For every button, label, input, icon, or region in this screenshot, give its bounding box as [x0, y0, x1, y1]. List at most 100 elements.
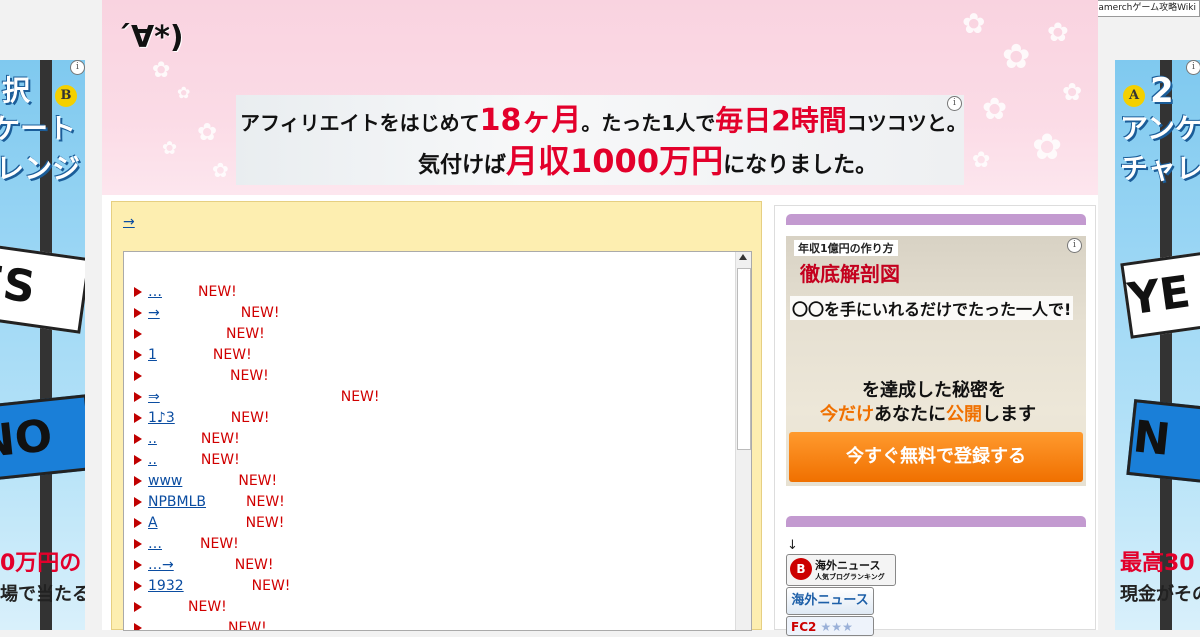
article-link[interactable] [148, 368, 224, 384]
sidebar-section-header [786, 516, 1086, 527]
article-link[interactable]: … [148, 284, 192, 300]
sakura-flower-icon: ✿ [197, 118, 218, 146]
bullet-triangle-icon [134, 560, 142, 570]
ad-headline: アンケ [1120, 112, 1200, 145]
ranking-title: 海外ニュース [815, 559, 881, 572]
list-item: → NEW! [134, 303, 380, 324]
article-link[interactable]: ⇒ [148, 389, 335, 405]
ad-info-icon[interactable]: i [1067, 238, 1082, 253]
list-item: … NEW! [134, 282, 380, 303]
header-banner-ad[interactable]: アフィリエイトをはじめて18ヶ月。たった1人で毎日2時間コツコツと。 気付けば月… [236, 95, 964, 185]
bullet-triangle-icon [134, 497, 142, 507]
banner-text: になりました。 [723, 153, 878, 178]
new-badge: NEW! [340, 389, 380, 405]
rating-stars-icon: ★★★ [820, 620, 853, 634]
new-badge: NEW! [230, 410, 270, 426]
right-side-ad[interactable]: A 2 アンケ チャレ YE N 最高30 現金がその場 [1115, 60, 1200, 630]
article-link[interactable]: www [148, 473, 232, 489]
list-item: …→ NEW! [134, 555, 380, 576]
new-badge: NEW! [240, 305, 280, 321]
article-link[interactable]: 1932 [148, 578, 246, 594]
bullet-triangle-icon [134, 371, 142, 381]
new-badge: NEW! [212, 347, 252, 363]
ad-no-sign: N [1126, 399, 1200, 487]
fc2-ranking-banner[interactable]: FC2 ★★★ [786, 616, 874, 636]
main-column: → … NEW! → NEW! NEW! 1 NEW! NEW! ⇒ NEW! 1♪3 N… [111, 201, 762, 631]
top-article-link[interactable]: → [123, 214, 380, 230]
article-link[interactable]: 1♪3 [148, 410, 225, 426]
new-badge: NEW! [198, 284, 237, 300]
ad-no-sign: NO [0, 394, 85, 482]
sidebar-banner-ad[interactable]: 年収1億円の作り方 徹底解剖図 〇〇を手にいれるだけでたった一人で! を達成した… [786, 236, 1086, 486]
sakura-flower-icon: ✿ [982, 92, 1008, 127]
sakura-flower-icon: ✿ [152, 58, 171, 83]
ad-footer-text: 最高30 [1120, 551, 1195, 576]
article-link[interactable]: → [148, 305, 235, 321]
bullet-triangle-icon [134, 602, 142, 612]
article-link[interactable]: … [148, 620, 222, 630]
bullet-triangle-icon [134, 308, 142, 318]
sakura-flower-icon: ✿ [1002, 37, 1031, 77]
scroll-thumb[interactable] [737, 268, 751, 450]
ranking-subtitle: 人気ブログランキング [815, 573, 885, 581]
new-badge: NEW! [226, 326, 265, 342]
arrow-down-text: ↓ [787, 538, 798, 553]
sakura-flower-icon: ✿ [212, 158, 229, 182]
ad-info-icon[interactable]: i [70, 60, 85, 75]
scroll-up-arrow-icon[interactable] [739, 254, 747, 260]
article-link[interactable]: NPBMLB [148, 494, 240, 510]
banner-text: 。たった1人で [581, 111, 716, 135]
list-item: A NEW! [134, 513, 380, 534]
bullet-triangle-icon [134, 455, 142, 465]
new-badge: NEW! [188, 599, 227, 615]
article-link[interactable] [148, 326, 220, 342]
left-side-ad[interactable]: 択 B ケート レンジ ES NO 0万円の 場で当たる! [0, 60, 85, 630]
sakura-flower-icon: ✿ [1047, 18, 1069, 48]
ad-line: 今だけあなたに公開します [820, 404, 1036, 425]
sidebar-section-header [786, 214, 1086, 225]
ad-headline: 択 [2, 74, 31, 107]
article-list-box[interactable]: … NEW! → NEW! NEW! 1 NEW! NEW! ⇒ NEW! 1♪3 NEW… [123, 251, 752, 631]
new-badge: NEW! [200, 536, 239, 552]
article-link[interactable]: A [148, 515, 240, 531]
top-link-text: → [123, 214, 135, 230]
ad-yes-sign: ES [0, 242, 85, 334]
sidebar: 年収1億円の作り方 徹底解剖図 〇〇を手にいれるだけでたった一人で! を達成した… [774, 205, 1096, 636]
ranking-banner-2[interactable]: 海外ニュース [786, 587, 874, 615]
article-link[interactable]: .. [148, 431, 195, 447]
new-badge: NEW! [228, 620, 267, 631]
bullet-triangle-icon [134, 392, 142, 402]
list-scrollbar[interactable] [735, 252, 751, 630]
ad-badge: A [1123, 85, 1145, 107]
ad-info-icon[interactable]: i [1186, 60, 1200, 75]
ad-info-icon[interactable]: i [947, 96, 962, 111]
banner-highlight: 18ヶ月 [479, 103, 582, 138]
new-badge: NEW! [234, 557, 274, 573]
list-item: NEW! [134, 366, 380, 387]
register-cta-button[interactable]: 今すぐ無料で登録する [789, 432, 1083, 482]
new-badge: NEW! [200, 431, 240, 447]
list-item: 1932 NEW! [134, 576, 380, 597]
article-link[interactable]: 1 [148, 347, 207, 363]
article-link[interactable]: …→ [148, 557, 229, 573]
ad-headline: チャレ [1120, 152, 1200, 185]
ad-tagline: 年収1億円の作り方 [794, 240, 898, 256]
bullet-triangle-icon [134, 413, 142, 423]
sakura-flower-icon: ✿ [177, 83, 191, 102]
sakura-flower-icon: ✿ [162, 138, 178, 159]
banner-text: アフィリエイトをはじめて [240, 111, 480, 135]
article-link[interactable]: .. [148, 452, 195, 468]
site-title[interactable]: ´∀*) [116, 20, 184, 55]
bullet-triangle-icon [134, 329, 142, 339]
list-item: .. NEW! [134, 450, 380, 471]
new-badge: NEW! [238, 473, 278, 489]
page-container: ✿ ✿ ✿ ✿ ✿ ✿ ✿ ✿ ✿ ✿ ✿ ✿ ´∀*) アフィリエイトをはじめ… [102, 0, 1098, 636]
bullet-triangle-icon [134, 350, 142, 360]
list-item: NEW! [134, 597, 380, 618]
article-link[interactable]: … [148, 536, 194, 552]
article-link[interactable] [148, 599, 182, 615]
new-badge: NEW! [251, 578, 291, 594]
ranking-banner-1[interactable]: B 海外ニュース 人気ブログランキング [786, 554, 896, 586]
ad-yes-sign: YE [1120, 247, 1200, 339]
sakura-flower-icon: ✿ [1062, 78, 1083, 106]
